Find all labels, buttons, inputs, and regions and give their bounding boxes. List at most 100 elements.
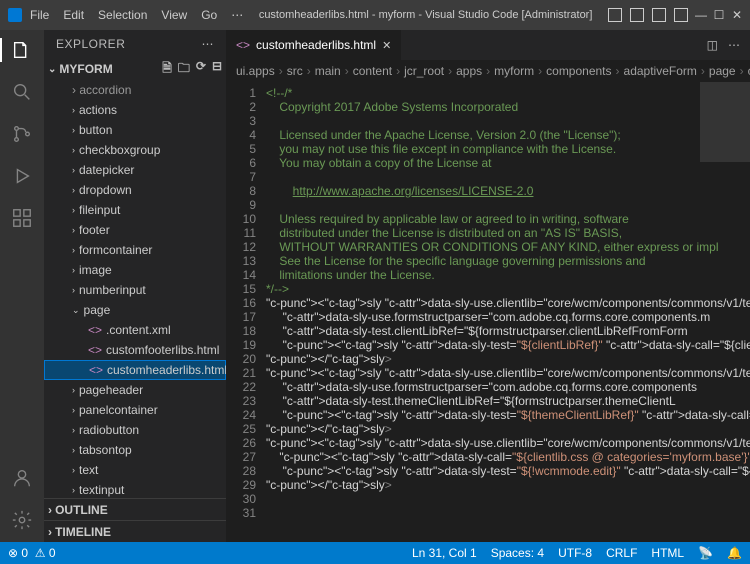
tree-folder[interactable]: ›actions xyxy=(44,100,226,120)
status-bell-icon[interactable]: 🔔 xyxy=(727,546,742,560)
project-section[interactable]: ⌄ MYFORM 🗎 🗀 ⟳ ⊟ xyxy=(44,58,226,80)
tab-label: customheaderlibs.html xyxy=(256,38,376,52)
tree-folder[interactable]: ›panelcontainer xyxy=(44,400,226,420)
breadcrumb-item[interactable]: page xyxy=(709,64,736,78)
breadcrumb-item[interactable]: apps xyxy=(456,64,482,78)
breadcrumb-item[interactable]: ui.apps xyxy=(236,64,275,78)
tree-file[interactable]: <>.content.xml xyxy=(44,320,226,340)
refresh-icon[interactable]: ⟳ xyxy=(196,59,206,80)
breadcrumb-item[interactable]: src xyxy=(287,64,303,78)
file-icon: <> xyxy=(88,323,102,337)
tree-folder[interactable]: ›image xyxy=(44,260,226,280)
file-icon: <> xyxy=(88,343,102,357)
new-file-icon[interactable]: 🗎 xyxy=(162,59,172,80)
chevron-right-icon: › xyxy=(72,465,75,475)
outline-section[interactable]: › OUTLINE xyxy=(44,498,226,520)
chevron-right-icon: › xyxy=(72,125,75,135)
menu-file[interactable]: File xyxy=(30,8,49,22)
layout-custom-icon[interactable] xyxy=(674,8,688,22)
breadcrumb-item[interactable]: jcr_root xyxy=(404,64,444,78)
menu-edit[interactable]: Edit xyxy=(63,8,84,22)
source-control-icon[interactable] xyxy=(10,122,34,146)
collapse-icon[interactable]: ⊟ xyxy=(212,59,222,80)
minimap[interactable] xyxy=(700,82,750,282)
tree-folder[interactable]: ›formcontainer xyxy=(44,240,226,260)
tree-folder[interactable]: › accordion xyxy=(44,80,226,100)
layout-panel-icon[interactable] xyxy=(630,8,644,22)
maximize-button[interactable]: ☐ xyxy=(714,10,724,20)
breadcrumb-item[interactable]: components xyxy=(546,64,611,78)
tree-folder[interactable]: ›checkboxgroup xyxy=(44,140,226,160)
chevron-right-icon: › xyxy=(72,405,75,415)
title-bar: File Edit Selection View Go ⋯ customhead… xyxy=(0,0,750,30)
breadcrumb-item[interactable]: adaptiveForm xyxy=(624,64,697,78)
tree-folder-page[interactable]: ⌄page xyxy=(44,300,226,320)
sidebar-header: EXPLORER ⋯ xyxy=(44,30,226,58)
chevron-right-icon: › xyxy=(72,165,75,175)
breadcrumb-item[interactable]: myform xyxy=(494,64,534,78)
status-feedback-icon[interactable]: 📡 xyxy=(698,546,713,560)
extensions-icon[interactable] xyxy=(10,206,34,230)
status-bar: ⊗ 0 ⚠ 0 Ln 31, Col 1 Spaces: 4 UTF-8 CRL… xyxy=(0,542,750,564)
vscode-icon xyxy=(8,8,22,22)
menu-view[interactable]: View xyxy=(161,8,187,22)
activity-bar xyxy=(0,30,44,542)
timeline-section[interactable]: › TIMELINE xyxy=(44,520,226,542)
menu-bar: File Edit Selection View Go ⋯ xyxy=(30,8,243,22)
sidebar-more-icon[interactable]: ⋯ xyxy=(202,37,215,51)
code-editor[interactable]: 1234567891011121314151617181920212223242… xyxy=(226,82,750,542)
menu-go[interactable]: Go xyxy=(201,8,217,22)
tree-folder[interactable]: ›fileinput xyxy=(44,200,226,220)
editor-tabs: <> customheaderlibs.html ✕ ◫ ⋯ xyxy=(226,30,750,60)
menu-selection[interactable]: Selection xyxy=(98,8,147,22)
tree-file[interactable]: <>customfooterlibs.html xyxy=(44,340,226,360)
tree-folder[interactable]: ›textinput xyxy=(44,480,226,498)
search-icon[interactable] xyxy=(10,80,34,104)
split-editor-icon[interactable]: ◫ xyxy=(707,38,718,52)
chevron-right-icon: › xyxy=(72,245,75,255)
tree-folder[interactable]: ›radiobutton xyxy=(44,420,226,440)
chevron-right-icon: › xyxy=(72,265,75,275)
menu-more[interactable]: ⋯ xyxy=(231,8,243,22)
tree-folder[interactable]: ›tabsontop xyxy=(44,440,226,460)
status-language[interactable]: HTML xyxy=(651,546,684,560)
file-tree: › accordion›actions›button›checkboxgroup… xyxy=(44,80,226,498)
tree-folder[interactable]: ›text xyxy=(44,460,226,480)
layout-toggle-icon[interactable] xyxy=(608,8,622,22)
debug-icon[interactable] xyxy=(10,164,34,188)
explorer-icon[interactable] xyxy=(10,38,34,62)
tab-active[interactable]: <> customheaderlibs.html ✕ xyxy=(226,30,402,60)
status-cursor[interactable]: Ln 31, Col 1 xyxy=(412,546,477,560)
tree-folder[interactable]: ›footer xyxy=(44,220,226,240)
settings-icon[interactable] xyxy=(10,508,34,532)
tree-folder[interactable]: ›numberinput xyxy=(44,280,226,300)
project-name: MYFORM xyxy=(59,62,112,76)
tree-folder[interactable]: ›pageheader xyxy=(44,380,226,400)
breadcrumb-item[interactable]: content xyxy=(353,64,392,78)
tab-close-icon[interactable]: ✕ xyxy=(382,39,391,52)
minimize-button[interactable]: — xyxy=(696,10,706,20)
tree-folder[interactable]: ›button xyxy=(44,120,226,140)
tree-file[interactable]: <>customheaderlibs.html xyxy=(44,360,226,380)
status-spaces[interactable]: Spaces: 4 xyxy=(491,546,544,560)
html-file-icon: <> xyxy=(236,38,250,52)
editor-area: <> customheaderlibs.html ✕ ◫ ⋯ ui.apps ›… xyxy=(226,30,750,542)
status-errors[interactable]: ⊗ 0 ⚠ 0 xyxy=(8,546,56,560)
layout-sidebar-icon[interactable] xyxy=(652,8,666,22)
tree-folder[interactable]: ›datepicker xyxy=(44,160,226,180)
breadcrumb-item[interactable]: main xyxy=(315,64,341,78)
chevron-down-icon: ⌄ xyxy=(48,64,56,75)
chevron-right-icon: › xyxy=(72,485,75,495)
new-folder-icon[interactable]: 🗀 xyxy=(178,59,190,80)
chevron-right-icon: › xyxy=(72,425,75,435)
breadcrumbs[interactable]: ui.apps › src › main › content › jcr_roo… xyxy=(226,60,750,82)
chevron-right-icon: › xyxy=(72,205,75,215)
more-actions-icon[interactable]: ⋯ xyxy=(728,38,740,52)
close-button[interactable]: ✕ xyxy=(732,10,742,20)
tree-folder[interactable]: ›dropdown xyxy=(44,180,226,200)
chevron-right-icon: › xyxy=(72,385,75,395)
account-icon[interactable] xyxy=(10,466,34,490)
status-eol[interactable]: CRLF xyxy=(606,546,637,560)
status-encoding[interactable]: UTF-8 xyxy=(558,546,592,560)
chevron-right-icon: › xyxy=(72,145,75,155)
